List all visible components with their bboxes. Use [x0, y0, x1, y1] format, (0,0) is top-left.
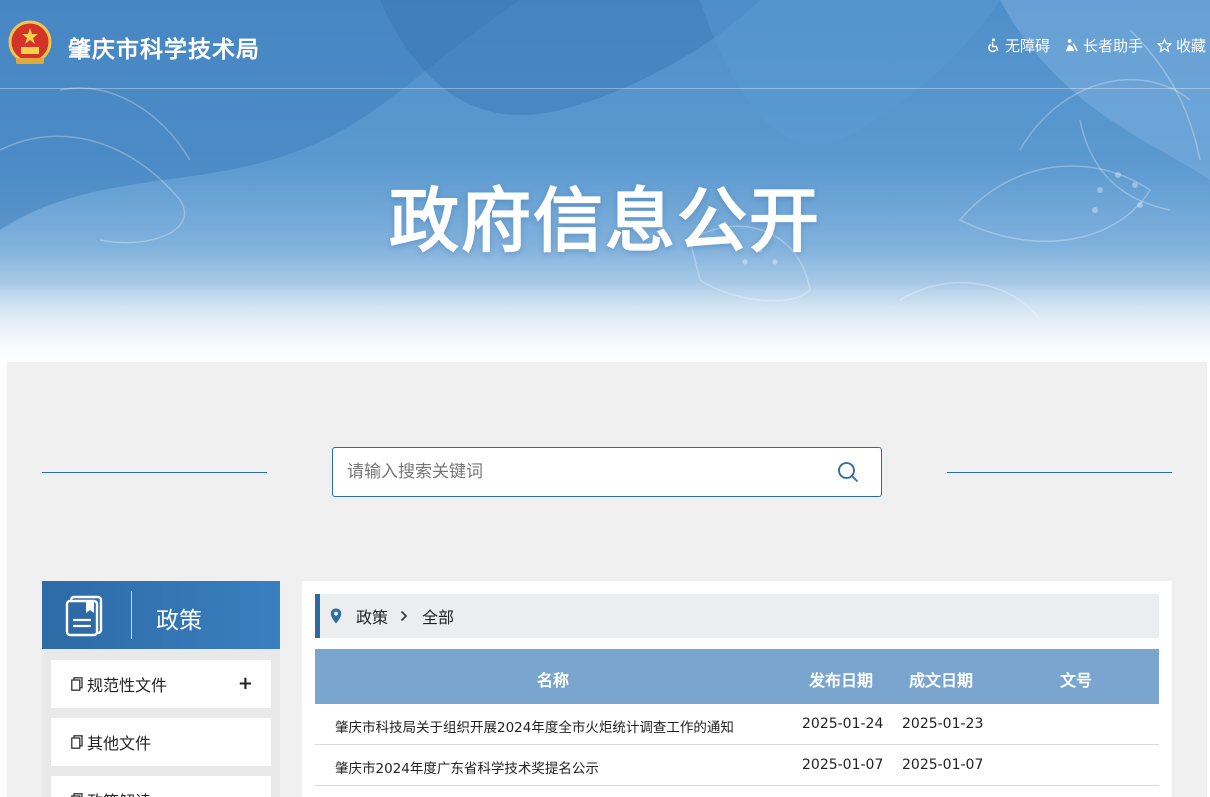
content-panel: 政策 全部 名称 发布日期 成文日期 文号 肇庆市科技局关于组织开展2024年度… — [302, 581, 1172, 797]
wheelchair-icon — [988, 38, 999, 53]
accessibility-label: 无障碍 — [1004, 37, 1050, 55]
header-divider — [0, 88, 1210, 89]
star-icon — [1156, 38, 1172, 53]
breadcrumb-item-all[interactable]: 全部 — [422, 604, 454, 628]
site-title[interactable]: 肇庆市科学技术局 — [68, 30, 260, 64]
sidebar-header: 政策 — [42, 581, 280, 649]
sidebar-title: 政策 — [156, 608, 202, 634]
document-icon — [71, 793, 83, 797]
column-header-published: 发布日期 — [809, 671, 874, 690]
search-input[interactable] — [347, 462, 837, 482]
table-row[interactable]: 肇庆市2024年度广东省科学技术奖提名公示 2025-01-07 2025-01… — [315, 745, 1159, 786]
accessibility-link[interactable]: 无障碍 — [986, 35, 1050, 56]
document-icon — [71, 677, 83, 691]
document-icon — [71, 735, 83, 749]
row-title-link[interactable]: 肇庆市2024年度广东省科学技术奖提名公示 — [335, 757, 599, 777]
sidebar-item-policy-interpretation[interactable]: 政策解读 — [51, 776, 271, 797]
elder-helper-icon — [1065, 38, 1078, 52]
column-header-name: 名称 — [537, 671, 570, 690]
header-banner: 肇庆市科学技术局 无障碍 长者助手 收藏 政府信息公开 — [0, 0, 1210, 362]
column-header-doc-no: 文号 — [1060, 671, 1093, 690]
search-icon[interactable] — [837, 461, 859, 483]
elder-helper-link[interactable]: 长者助手 — [1064, 35, 1143, 56]
sidebar-item-normative-docs[interactable]: 规范性文件 + — [51, 660, 271, 708]
hero-title: 政府信息公开 — [389, 180, 821, 262]
sidebar-item-label: 规范性文件 — [87, 676, 168, 695]
table-row[interactable]: 肇庆市科技局关于组织开展2024年度全市火炬统计调查工作的通知 2025-01-… — [315, 704, 1159, 745]
sidebar-item-label: 其他文件 — [87, 734, 152, 753]
main-panel: 政策 规范性文件 + 其他文件 政策解读 — [7, 362, 1207, 797]
search-box — [332, 447, 882, 497]
row-written-date: 2025-01-07 — [902, 757, 984, 773]
search-decor-line-right — [947, 472, 1172, 473]
location-pin-icon — [330, 608, 342, 624]
row-title-link[interactable]: 肇庆市科技局关于组织开展2024年度全市火炬统计调查工作的通知 — [335, 716, 734, 736]
breadcrumb-item-policy[interactable]: 政策 — [356, 604, 388, 628]
row-written-date: 2025-01-23 — [902, 716, 984, 732]
top-links: 无障碍 长者助手 收藏 — [986, 35, 1206, 56]
elder-helper-label: 长者助手 — [1082, 37, 1143, 55]
favorite-link[interactable]: 收藏 — [1156, 35, 1206, 56]
sidebar-item-label: 政策解读 — [87, 788, 151, 797]
column-header-written: 成文日期 — [909, 671, 974, 690]
sidebar-header-divider — [131, 591, 132, 639]
row-published-date: 2025-01-07 — [802, 757, 884, 773]
search-decor-line-left — [42, 472, 267, 473]
book-icon — [65, 595, 103, 637]
chevron-right-icon — [400, 610, 408, 622]
breadcrumb: 政策 全部 — [315, 594, 1159, 638]
national-emblem-icon — [8, 20, 52, 64]
sidebar-item-other-docs[interactable]: 其他文件 — [51, 718, 271, 766]
expand-plus-icon[interactable]: + — [238, 673, 253, 694]
favorite-label: 收藏 — [1175, 37, 1206, 55]
row-published-date: 2025-01-24 — [802, 716, 884, 732]
policy-sidebar: 政策 规范性文件 + 其他文件 政策解读 — [42, 581, 280, 797]
table-header: 名称 发布日期 成文日期 文号 — [315, 649, 1159, 704]
